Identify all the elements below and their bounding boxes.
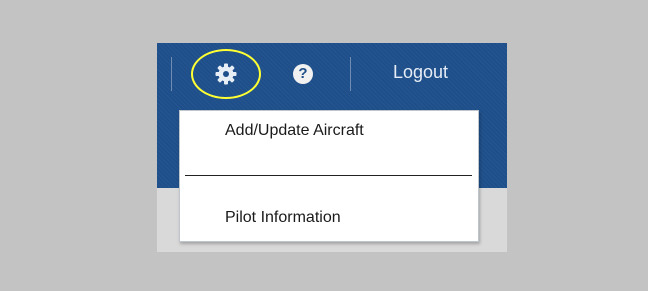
gear-icon bbox=[215, 63, 237, 85]
settings-button[interactable] bbox=[191, 49, 261, 99]
help-icon: ? bbox=[298, 65, 308, 82]
app-frame: ? Logout NOV 10 2012 20:30 UT Add/Update… bbox=[157, 43, 507, 252]
help-button[interactable]: ? bbox=[293, 64, 313, 84]
menu-item-add-update-aircraft[interactable]: Add/Update Aircraft bbox=[225, 122, 364, 140]
navbar-separator bbox=[350, 57, 351, 91]
logout-link[interactable]: Logout bbox=[393, 62, 448, 83]
settings-dropdown-menu: Add/Update Aircraft Pilot Information bbox=[179, 110, 479, 242]
navbar-separator bbox=[171, 57, 172, 91]
menu-divider bbox=[185, 175, 472, 176]
menu-item-pilot-information[interactable]: Pilot Information bbox=[225, 209, 341, 227]
